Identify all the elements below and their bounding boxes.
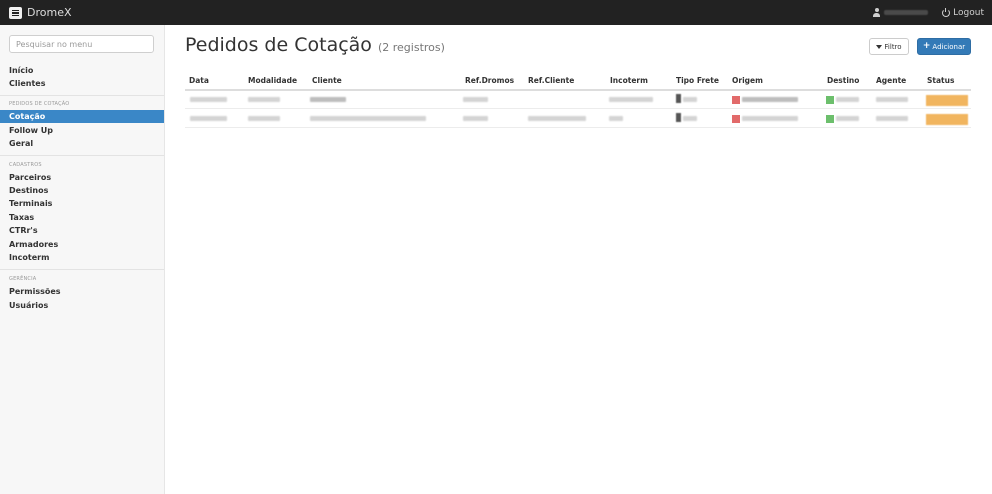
sidebar-item-parceiros[interactable]: Parceiros <box>0 171 164 184</box>
cell-data-redacted <box>190 116 227 121</box>
status-badge <box>926 114 968 125</box>
cell-ref-cliente-redacted <box>528 116 586 121</box>
sidebar-item-ctrrs[interactable]: CTRr's <box>0 224 164 237</box>
cell-modalidade-redacted <box>248 116 280 121</box>
logout-link[interactable]: Logout <box>953 8 984 18</box>
frete-icon <box>676 113 681 122</box>
column-header-destino[interactable]: Destino <box>827 76 859 85</box>
add-button[interactable]: + Adicionar <box>917 38 971 55</box>
cell-data-redacted <box>190 97 227 102</box>
destination-flag-icon <box>826 115 834 123</box>
column-header-incoterm[interactable]: Incoterm <box>610 76 648 85</box>
destination-flag-icon <box>826 96 834 104</box>
column-header-status[interactable]: Status <box>927 76 954 85</box>
column-header-modalidade[interactable]: Modalidade <box>248 76 297 85</box>
sidebar-item-permissoes[interactable]: Permissões <box>0 285 164 298</box>
cell-origem-redacted <box>742 116 798 121</box>
page-title-text: Pedidos de Cotação <box>185 34 372 56</box>
origin-flag-icon <box>732 96 740 104</box>
table-header-divider <box>185 89 971 91</box>
brand-name: DromeX <box>27 6 72 19</box>
user-icon <box>873 8 881 17</box>
sidebar: Início Clientes PEDIDOS DE COTAÇÃO Cotaç… <box>0 25 165 494</box>
sidebar-item-incoterm[interactable]: Incoterm <box>0 251 164 264</box>
add-button-label: Adicionar <box>932 42 966 51</box>
plus-icon: + <box>922 41 931 51</box>
cell-agente-redacted <box>876 97 908 102</box>
cell-tipo-frete-redacted <box>683 116 697 121</box>
status-badge <box>926 95 968 106</box>
cell-cliente-redacted <box>310 116 426 121</box>
row-divider <box>185 127 971 128</box>
row-divider <box>185 108 971 109</box>
filter-icon <box>876 44 883 49</box>
brand[interactable]: DromeX <box>9 5 72 20</box>
sidebar-section-gerencia: GERÊNCIA <box>9 276 37 282</box>
menu-search-input[interactable] <box>9 35 154 53</box>
sidebar-item-follow-up[interactable]: Follow Up <box>0 124 164 137</box>
column-header-ref-cliente[interactable]: Ref.Cliente <box>528 76 574 85</box>
sidebar-item-cotacao[interactable]: Cotação <box>0 110 164 123</box>
filter-button[interactable]: Filtro <box>869 38 909 55</box>
page-title: Pedidos de Cotação (2 registros) <box>185 34 445 56</box>
column-header-cliente[interactable]: Cliente <box>312 76 342 85</box>
column-header-agente[interactable]: Agente <box>876 76 906 85</box>
sidebar-divider <box>0 155 164 156</box>
column-header-ref-dromos[interactable]: Ref.Dromos <box>465 76 514 85</box>
cell-agente-redacted <box>876 116 908 121</box>
menu-icon <box>9 6 22 19</box>
sidebar-item-terminais[interactable]: Terminais <box>0 197 164 210</box>
cell-destino-redacted <box>836 116 859 121</box>
power-icon <box>942 7 951 17</box>
sidebar-section-pedidos: PEDIDOS DE COTAÇÃO <box>9 101 70 107</box>
cell-tipo-frete-redacted <box>683 97 697 102</box>
cell-incoterm-redacted <box>609 97 653 102</box>
sidebar-item-armadores[interactable]: Armadores <box>0 238 164 251</box>
sidebar-divider <box>0 269 164 270</box>
user-name-redacted[interactable] <box>884 10 929 15</box>
sidebar-divider <box>0 95 164 96</box>
sidebar-item-clientes[interactable]: Clientes <box>0 77 164 90</box>
record-count: (2 registros) <box>377 41 445 54</box>
column-header-tipo-frete[interactable]: Tipo Frete <box>676 76 719 85</box>
cell-origem-redacted <box>742 97 798 102</box>
cell-cliente-redacted <box>310 97 346 102</box>
cell-incoterm-redacted <box>609 116 623 121</box>
cell-ref-dromos-redacted <box>463 116 488 121</box>
filter-button-label: Filtro <box>884 42 902 51</box>
cell-ref-dromos-redacted <box>463 97 488 102</box>
frete-icon <box>676 94 681 103</box>
navbar-right: Logout <box>873 5 984 20</box>
sidebar-item-usuarios[interactable]: Usuários <box>0 299 164 312</box>
sidebar-section-cadastros: CADASTROS <box>9 162 42 168</box>
column-header-origem[interactable]: Origem <box>732 76 763 85</box>
sidebar-item-geral[interactable]: Geral <box>0 137 164 150</box>
origin-flag-icon <box>732 115 740 123</box>
top-navbar: DromeX Logout <box>0 0 992 25</box>
column-header-data[interactable]: Data <box>189 76 209 85</box>
sidebar-item-destinos[interactable]: Destinos <box>0 184 164 197</box>
cell-modalidade-redacted <box>248 97 280 102</box>
sidebar-item-taxas[interactable]: Taxas <box>0 211 164 224</box>
cell-destino-redacted <box>836 97 859 102</box>
sidebar-item-inicio[interactable]: Início <box>0 64 164 77</box>
